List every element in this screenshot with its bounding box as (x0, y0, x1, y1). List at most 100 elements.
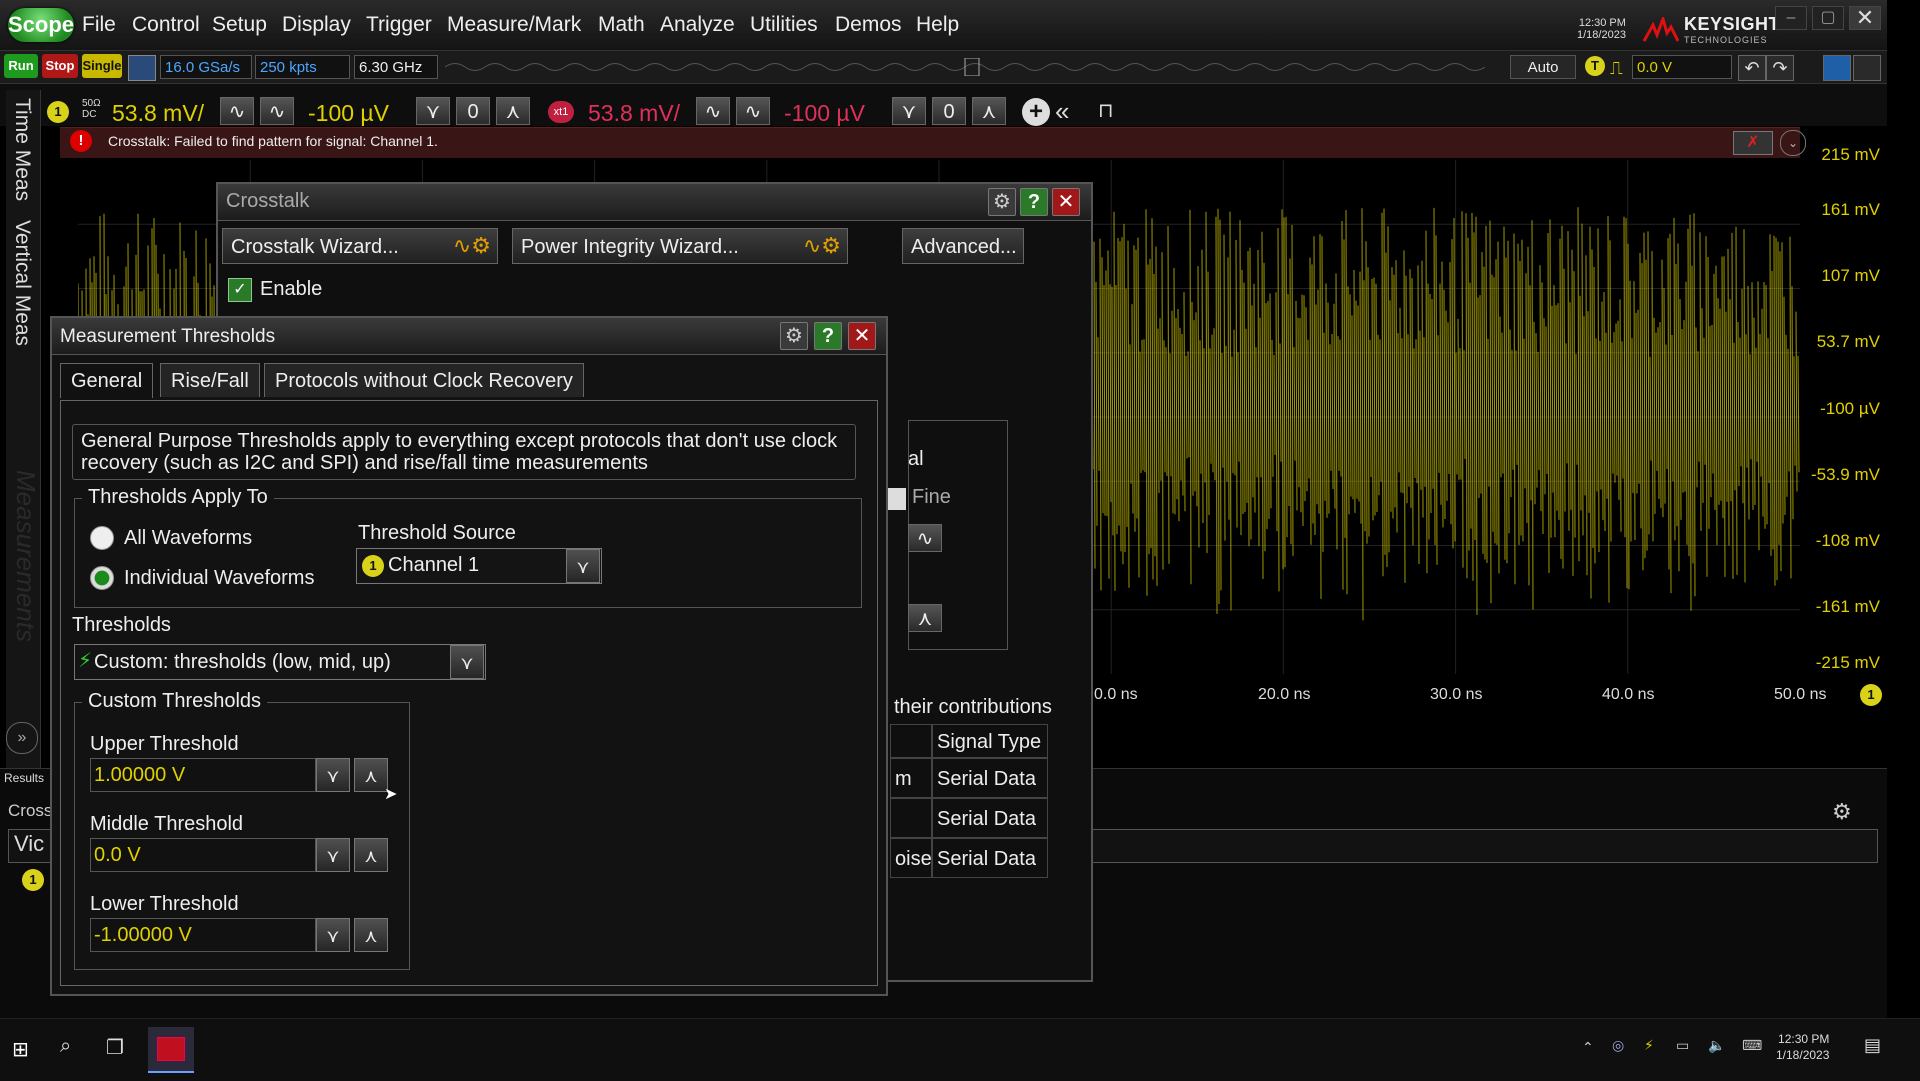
tab-rise-fall[interactable]: Rise/Fall (160, 363, 260, 397)
results-crosstalk-tab[interactable]: Cross (8, 801, 52, 821)
upper-threshold-up-icon[interactable]: ⋏ (354, 758, 388, 792)
channel-1-waveform-icon[interactable]: ∿ (220, 97, 254, 125)
tab-vertical-meas[interactable]: Vertical Meas (10, 220, 34, 346)
menu-trigger[interactable]: Trigger (366, 13, 432, 37)
xt1-waveform-alt-icon[interactable]: ∿ (736, 97, 770, 125)
memory-depth-field[interactable]: 250 kpts (255, 55, 350, 79)
menu-utilities[interactable]: Utilities (750, 13, 818, 37)
volume-icon[interactable]: 🔈 (1708, 1037, 1725, 1054)
tab-general[interactable]: General (60, 363, 154, 398)
trigger-mode-button[interactable]: Auto (1510, 55, 1576, 79)
enable-checkbox[interactable]: ✓ (228, 278, 252, 302)
menu-analyze[interactable]: Analyze (660, 13, 735, 37)
advanced-button[interactable]: Advanced... (902, 228, 1024, 264)
lower-threshold-down-icon[interactable]: ⋎ (316, 918, 350, 952)
menu-help[interactable]: Help (916, 13, 959, 37)
menu-measure-mark[interactable]: Measure/Mark (447, 13, 581, 37)
middle-threshold-down-icon[interactable]: ⋎ (316, 838, 350, 872)
expand-panel-icon[interactable]: » (6, 722, 38, 754)
windows-start-icon[interactable]: ⊞ (12, 1037, 29, 1062)
table-row-1-type[interactable]: Serial Data (932, 798, 1048, 838)
keyboard-icon[interactable]: ⌨ (1742, 1037, 1762, 1054)
menu-file[interactable]: File (82, 13, 116, 37)
tray-chevron-icon[interactable]: ⌃ (1582, 1039, 1594, 1056)
sample-rate-field[interactable]: 16.0 GSa/s (160, 55, 252, 79)
single-button[interactable]: Single (82, 54, 122, 78)
thresholds-help-icon[interactable]: ? (814, 322, 842, 350)
thresholds-close-icon[interactable]: ✕ (848, 322, 876, 350)
tools-icon[interactable] (1853, 55, 1881, 81)
table-row-0-type[interactable]: Serial Data (932, 758, 1048, 798)
channel-1-waveform-alt-icon[interactable]: ∿ (260, 97, 294, 125)
crosstalk-wizard-button[interactable]: Crosstalk Wizard... ∿⚙ (222, 228, 498, 264)
minimize-icon[interactable]: – (1775, 6, 1807, 30)
results-tab[interactable]: Results (4, 771, 44, 785)
menu-demos[interactable]: Demos (835, 13, 902, 37)
stop-button[interactable]: Stop (42, 54, 78, 78)
table-row-2-type[interactable]: Serial Data (932, 838, 1048, 878)
pin-icon[interactable]: ⊓ (1098, 98, 1114, 123)
middle-threshold-input[interactable]: 0.0 V (90, 838, 316, 872)
power-integrity-wizard-button[interactable]: Power Integrity Wizard... ∿⚙ (512, 228, 848, 264)
alert-dismiss-icon[interactable]: ✗ (1733, 131, 1773, 155)
search-icon[interactable]: ⌕ (60, 1035, 71, 1058)
threshold-source-dropdown-icon[interactable]: ⋎ (566, 549, 600, 583)
upper-threshold-down-icon[interactable]: ⋎ (316, 758, 350, 792)
tab-time-meas[interactable]: Time Meas (10, 98, 34, 201)
channel-1-offset[interactable]: -100 µV (308, 100, 389, 127)
task-view-icon[interactable]: ❐ (106, 1035, 124, 1060)
upper-threshold-input[interactable]: 1.00000 V (90, 758, 316, 792)
autoscale-icon[interactable] (128, 55, 156, 81)
scope-button[interactable]: Scope (8, 8, 74, 42)
results-settings-icon[interactable]: ⚙ (1832, 799, 1852, 825)
table-row-1-left[interactable] (890, 798, 932, 838)
menu-control[interactable]: Control (132, 13, 200, 37)
xt1-zero-icon[interactable]: 0 (932, 97, 966, 125)
lower-threshold-up-icon[interactable]: ⋏ (354, 918, 388, 952)
crosstalk-waveform-icon[interactable]: ∿ (908, 524, 942, 552)
xt1-offset[interactable]: -100 µV (784, 100, 865, 127)
thresholds-mode-dropdown-icon[interactable]: ⋎ (450, 645, 484, 679)
collapse-icon[interactable]: « (1055, 96, 1069, 127)
channel-1-up-icon[interactable]: ⋏ (496, 97, 530, 125)
redo-icon[interactable]: ↷ (1766, 55, 1794, 81)
layout-icon[interactable] (1823, 55, 1851, 81)
channel-1-badge[interactable]: 1 (47, 101, 69, 123)
timebase-overview-icon[interactable] (444, 57, 1495, 77)
middle-threshold-up-icon[interactable]: ⋏ (354, 838, 388, 872)
menu-math[interactable]: Math (598, 13, 645, 37)
add-channel-icon[interactable]: + (1022, 98, 1050, 126)
channel-1-zero-icon[interactable]: 0 (456, 97, 490, 125)
lower-threshold-input[interactable]: -1.00000 V (90, 918, 316, 952)
undo-icon[interactable]: ↶ (1738, 55, 1766, 81)
xt1-up-icon[interactable]: ⋏ (972, 97, 1006, 125)
tray-app-icon[interactable]: ◎ (1612, 1037, 1624, 1054)
crosstalk-close-icon[interactable]: ✕ (1052, 188, 1080, 216)
rising-edge-icon[interactable]: ⎍ (1610, 58, 1623, 79)
crosstalk-titlebar[interactable] (218, 184, 1091, 221)
xt1-down-icon[interactable]: ⋎ (892, 97, 926, 125)
tab-protocols[interactable]: Protocols without Clock Recovery (264, 363, 584, 397)
notifications-icon[interactable]: ▤ (1864, 1035, 1881, 1056)
all-waveforms-radio[interactable] (90, 526, 114, 550)
thresholds-settings-icon[interactable]: ⚙ (780, 322, 808, 350)
xt1-badge[interactable]: xt1 (548, 101, 574, 123)
crosstalk-help-icon[interactable]: ? (1020, 188, 1048, 216)
window-close-icon[interactable]: ✕ (1849, 6, 1881, 30)
bandwidth-field[interactable]: 6.30 GHz (354, 55, 438, 79)
channel-1-down-icon[interactable]: ⋎ (416, 97, 450, 125)
xt1-scale[interactable]: 53.8 mV/ (588, 100, 680, 127)
crosstalk-settings-icon[interactable]: ⚙ (988, 188, 1016, 216)
channel-1-scale[interactable]: 53.8 mV/ (112, 100, 204, 127)
trigger-level-field[interactable]: 0.0 V (1632, 55, 1732, 79)
channel-1-time-marker[interactable]: 1 (1860, 684, 1882, 706)
individual-waveforms-radio[interactable] (90, 566, 114, 590)
tray-keysight-icon[interactable]: ⚡ (1644, 1037, 1654, 1054)
crosstalk-up-icon[interactable]: ⋏ (908, 604, 942, 632)
maximize-icon[interactable]: ▢ (1812, 6, 1844, 30)
table-row-0-left[interactable]: m (890, 758, 932, 798)
menu-setup[interactable]: Setup (212, 13, 267, 37)
alert-expand-icon[interactable]: ⌄ (1780, 130, 1806, 156)
run-button[interactable]: Run (4, 54, 38, 78)
menu-display[interactable]: Display (282, 13, 351, 37)
